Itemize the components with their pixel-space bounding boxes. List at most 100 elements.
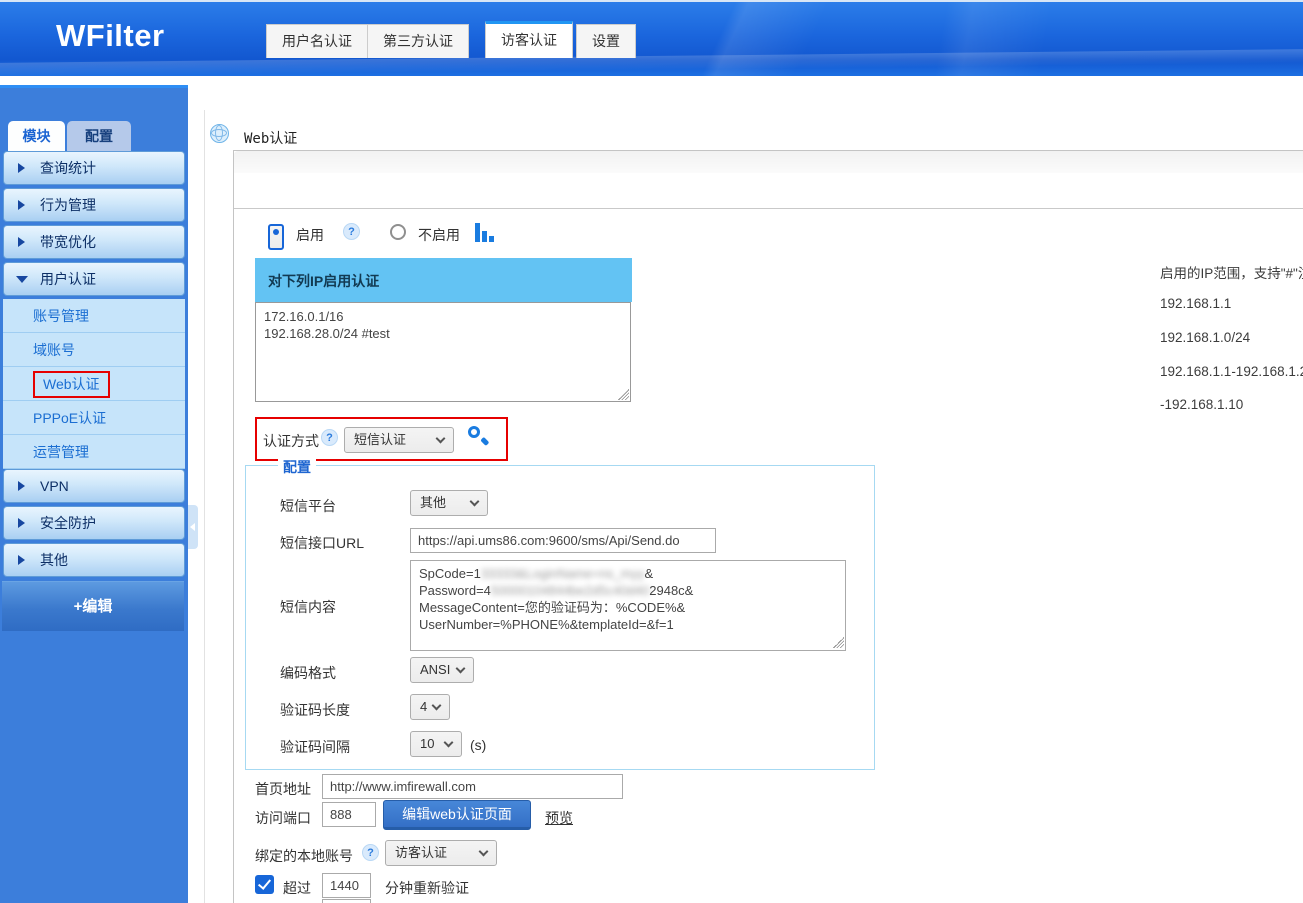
sms-platform-select[interactable]: 其他	[410, 490, 488, 516]
sidebar-nav: 查询统计 行为管理 带宽优化 用户认证 账号管理 域账号 Web认证	[0, 151, 188, 580]
sms-content-line: UserNumber=%PHONE%&templateId=&f=1	[419, 616, 837, 633]
chevron-down-icon	[444, 738, 454, 748]
sidebar-item-label: 安全防护	[40, 515, 96, 531]
tab-settings[interactable]: 设置	[576, 24, 636, 58]
sidebar-item-pppoe-auth[interactable]: PPPoE认证	[3, 401, 185, 435]
sidebar-item-query-stats[interactable]: 查询统计	[3, 151, 185, 185]
disable-radio[interactable]	[390, 224, 406, 240]
code-interval-select[interactable]: 10	[410, 731, 462, 757]
home-page-input[interactable]	[322, 774, 623, 799]
chevron-right-icon	[18, 237, 25, 247]
ip-range-textarea[interactable]: 172.16.0.1/16 192.168.28.0/24 #test	[255, 302, 631, 402]
sidebar-item-label: 带宽优化	[40, 234, 96, 250]
bind-account-help-icon[interactable]: ?	[362, 844, 379, 861]
sidebar: 模块 配置 查询统计 行为管理 带宽优化 用户认证 账号管理	[0, 85, 188, 903]
auth-method-help-icon[interactable]: ?	[321, 429, 338, 446]
sms-content-label: 短信内容	[280, 597, 336, 617]
sidebar-item-label: 域账号	[33, 342, 75, 358]
encoding-value: ANSI	[420, 662, 450, 677]
timeout-minutes-input[interactable]	[322, 873, 371, 898]
encoding-select[interactable]: ANSI	[410, 657, 474, 683]
tab-guest-auth[interactable]: 访客认证	[485, 21, 573, 58]
config-legend[interactable]: 配置	[278, 457, 316, 477]
sidebar-item-vpn[interactable]: VPN	[3, 469, 185, 503]
timeout-suffix: 分钟重新验证	[385, 878, 469, 898]
chevron-down-icon	[470, 497, 480, 507]
sidebar-item-operation-mgmt[interactable]: 运营管理	[3, 435, 185, 469]
sidebar-item-behavior[interactable]: 行为管理	[3, 188, 185, 222]
chevron-down-icon	[432, 701, 442, 711]
sidebar-tab-modules[interactable]: 模块	[8, 121, 65, 152]
help-line: 启用的IP范围，支持"#"注释	[1160, 262, 1303, 282]
timeout-checkbox[interactable]	[255, 875, 274, 894]
tab-thirdparty-auth[interactable]: 第三方认证	[367, 24, 469, 58]
code-length-select[interactable]: 4	[410, 694, 450, 720]
chevron-down-icon	[456, 664, 466, 674]
chevron-right-icon	[18, 481, 25, 491]
code-length-label: 验证码长度	[280, 700, 350, 720]
sidebar-item-user-auth[interactable]: 用户认证	[3, 262, 185, 296]
wfilter-app: WFilter 模块 配置 查询统计 行为管理 带宽优化 用户认证 账号管理	[0, 0, 1303, 903]
home-page-label: 首页地址	[255, 779, 311, 799]
chevron-down-icon	[479, 847, 489, 857]
preview-link[interactable]: 预览	[545, 808, 573, 828]
disable-label: 不启用	[418, 225, 460, 245]
app-header: WFilter	[0, 0, 1303, 76]
sms-url-input[interactable]	[410, 528, 716, 553]
page-title: Web认证	[244, 128, 297, 148]
sidebar-item-label: PPPoE认证	[33, 410, 106, 426]
code-interval-label: 验证码间隔	[280, 737, 350, 757]
sms-content-line: SpCode=133333&LoginName=ns_myy&	[419, 565, 837, 582]
chevron-right-icon	[18, 200, 25, 210]
ip-panel-header: 对下列IP启用认证	[255, 258, 632, 302]
chevron-right-icon	[18, 555, 25, 565]
sms-platform-value: 其他	[420, 495, 446, 510]
bind-account-value: 访客认证	[395, 845, 447, 860]
ip-panel-title: 对下列IP启用认证	[255, 258, 632, 291]
sidebar-item-account-mgmt[interactable]: 账号管理	[3, 299, 185, 333]
port-label: 访问端口	[255, 808, 311, 828]
content-left-border	[204, 110, 205, 903]
bind-account-label: 绑定的本地账号	[255, 846, 353, 866]
help-line: 192.168.1.1-192.168.1.254	[1160, 364, 1303, 379]
sidebar-item-label: VPN	[40, 478, 69, 494]
code-interval-unit: (s)	[470, 737, 486, 753]
auth-method-label: 认证方式	[263, 431, 319, 451]
globe-icon	[210, 124, 229, 143]
redacted-text: 50000104844be2d5c40d40	[491, 583, 649, 598]
sms-content-textarea[interactable]: SpCode=133333&LoginName=ns_myy& Password…	[410, 560, 846, 651]
help-line: 192.168.1.1	[1160, 296, 1231, 311]
edit-web-auth-page-button[interactable]: 编辑web认证页面	[383, 800, 531, 830]
sidebar-item-bandwidth[interactable]: 带宽优化	[3, 225, 185, 259]
sidebar-collapse-handle[interactable]	[188, 505, 198, 549]
code-interval-value: 10	[420, 736, 434, 751]
enable-help-icon[interactable]: ?	[343, 223, 360, 240]
tab-baseline	[234, 208, 1303, 209]
redacted-text: 33333&LoginName=ns_myy	[481, 566, 645, 581]
sidebar-item-security[interactable]: 安全防护	[3, 506, 185, 540]
edit-modules-button[interactable]: +编辑	[2, 581, 184, 631]
help-line: 192.168.1.0/24	[1160, 330, 1250, 345]
port-input[interactable]	[322, 802, 376, 827]
help-line: -192.168.1.10	[1160, 397, 1243, 412]
web-auth-highlight-box: Web认证	[33, 371, 110, 398]
stats-chart-icon[interactable]	[475, 222, 495, 242]
sidebar-item-label: 查询统计	[40, 160, 96, 176]
auth-method-select[interactable]: 短信认证	[344, 427, 454, 453]
search-icon[interactable]	[467, 425, 489, 447]
sidebar-item-others[interactable]: 其他	[3, 543, 185, 577]
chevron-right-icon	[18, 163, 25, 173]
enable-label: 启用	[296, 225, 324, 245]
tab-username-auth[interactable]: 用户名认证	[266, 24, 368, 58]
app-logo: WFilter	[56, 18, 165, 54]
chevron-down-icon	[16, 276, 28, 283]
sidebar-item-web-auth[interactable]: Web认证	[3, 367, 185, 401]
panel-top-strip	[234, 151, 1303, 173]
chevron-right-icon	[18, 518, 25, 528]
enable-radio[interactable]	[268, 224, 284, 250]
sidebar-tab-config[interactable]: 配置	[67, 121, 131, 152]
sidebar-item-label: 用户认证	[40, 271, 96, 287]
partial-bottom-input[interactable]	[322, 899, 371, 903]
sidebar-item-domain-account[interactable]: 域账号	[3, 333, 185, 367]
bind-account-select[interactable]: 访客认证	[385, 840, 497, 866]
